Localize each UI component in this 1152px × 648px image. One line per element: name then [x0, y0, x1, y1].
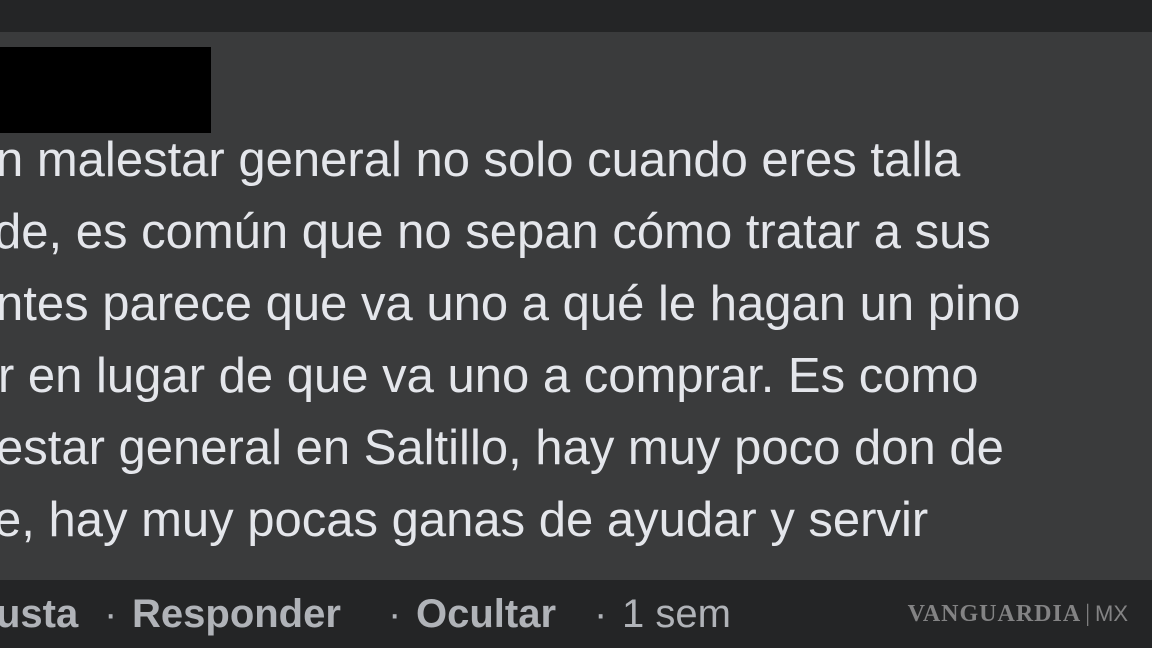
vanguardia-watermark-logo: VANGUARDIA | MX [908, 580, 1128, 648]
separator-dot: · [104, 592, 118, 636]
redacted-author-name [0, 47, 211, 133]
comment-actions-bar: usta · Responder · Ocultar · 1 sem VANGU… [0, 580, 1152, 648]
comment-line: r en lugar de que va uno a comprar. Es c… [0, 349, 979, 403]
comment-timestamp[interactable]: 1 sem [622, 580, 731, 648]
comment-line: estar general en Saltillo, hay muy poco … [0, 421, 1004, 475]
screenshot-frame: n malestar general no solo cuando eres t… [0, 0, 1152, 648]
comment-bubble: n malestar general no solo cuando eres t… [0, 32, 1152, 580]
like-button[interactable]: usta [0, 580, 78, 648]
hide-button[interactable]: Ocultar [416, 580, 556, 648]
separator-dot: · [388, 592, 402, 636]
watermark-brand: VANGUARDIA [907, 601, 1082, 627]
watermark-suffix: MX [1095, 601, 1128, 626]
separator-dot: · [594, 592, 608, 636]
top-bar [0, 0, 1152, 32]
comment-line: de, es común que no sepan cómo tratar a … [0, 205, 991, 259]
watermark-divider: | [1085, 601, 1091, 627]
comment-line: ntes parece que va uno a qué le hagan un… [0, 277, 1021, 331]
reply-button[interactable]: Responder [132, 580, 341, 648]
comment-line: e, hay muy pocas ganas de ayudar y servi… [0, 493, 929, 547]
comment-line: n malestar general no solo cuando eres t… [0, 133, 961, 187]
